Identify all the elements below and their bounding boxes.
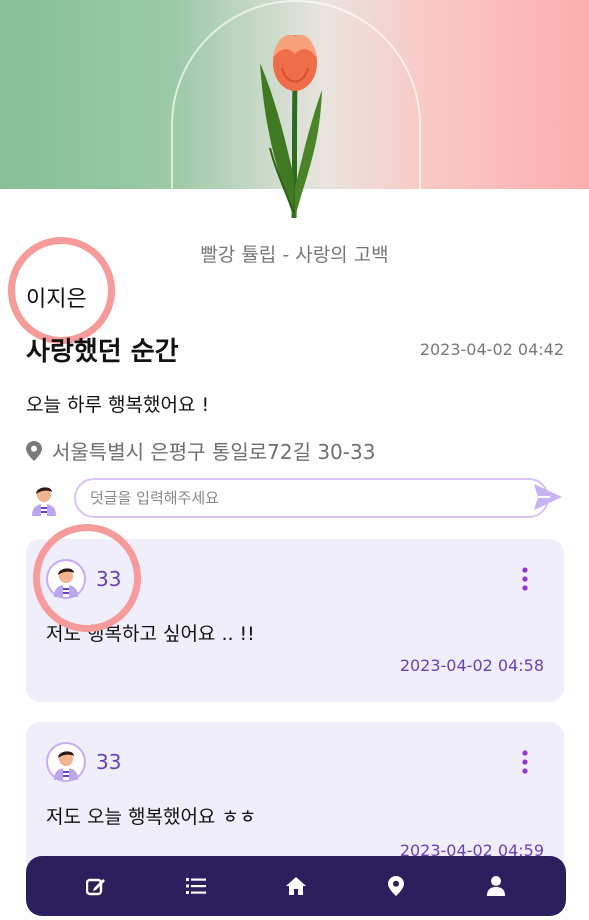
post-location: 서울특별시 은평구 통일로72길 30-33 (26, 436, 375, 465)
post-title: 사랑했던 순간 (26, 337, 179, 367)
send-icon[interactable] (534, 484, 562, 510)
comment-date: 2023-04-02 04:58 (399, 656, 544, 675)
tulip-image (260, 34, 322, 219)
nav-profile[interactable] (476, 866, 516, 906)
nav-home[interactable] (276, 866, 316, 906)
more-options-icon[interactable] (520, 567, 530, 591)
my-avatar (26, 480, 62, 516)
commenter-name[interactable]: 33 (96, 750, 121, 774)
nav-list[interactable] (176, 866, 216, 906)
more-options-icon[interactable] (520, 750, 530, 774)
location-icon (388, 876, 404, 896)
list-icon (186, 878, 206, 894)
location-text: 서울특별시 은평구 통일로72길 30-33 (52, 440, 376, 464)
user-icon (487, 876, 505, 896)
post-body: 오늘 하루 행복했어요 ! (26, 394, 210, 416)
nav-map[interactable] (376, 866, 416, 906)
post-date: 2023-04-02 04:42 (419, 340, 564, 359)
highlight-ring (8, 237, 115, 344)
highlight-ring (33, 524, 141, 632)
edit-icon (86, 878, 105, 896)
location-pin-icon (26, 440, 42, 461)
nav-write[interactable] (76, 866, 116, 906)
comment-input-row (26, 477, 566, 519)
comment-text: 저도 오늘 행복했어요 ㅎㅎ (46, 806, 257, 828)
comment-input[interactable] (74, 478, 549, 518)
home-icon (286, 877, 306, 895)
commenter-avatar (46, 742, 86, 782)
bottom-nav (26, 856, 566, 916)
comment-card: 33 저도 오늘 행복했어요 ㅎㅎ 2023-04-02 04:59 (26, 722, 564, 872)
